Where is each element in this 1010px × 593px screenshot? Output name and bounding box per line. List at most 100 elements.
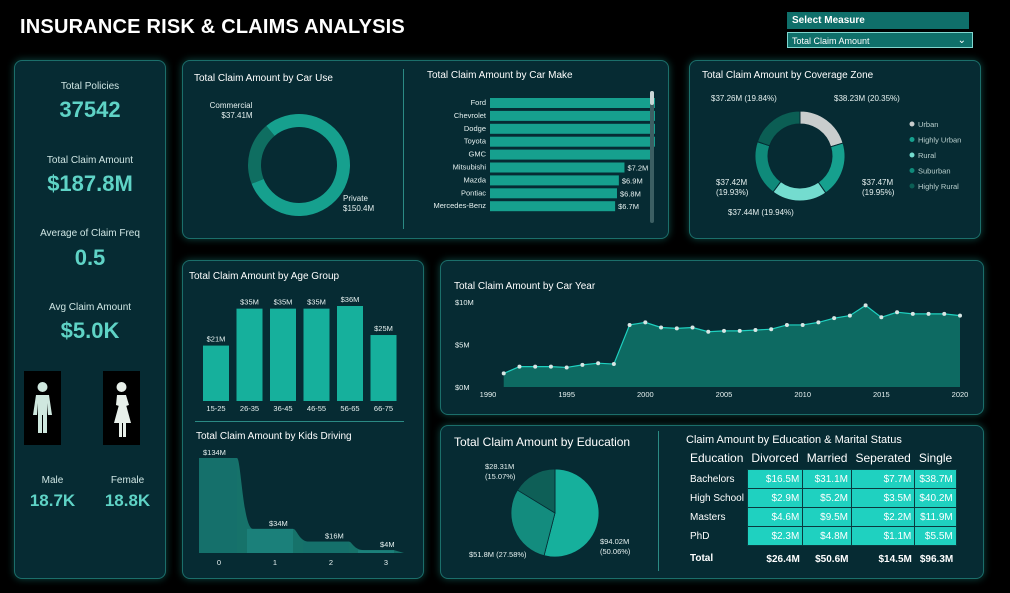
matrix-cell[interactable]: $5.2M [802, 488, 852, 508]
car-make-bar[interactable] [490, 110, 655, 121]
car-year-point[interactable] [926, 311, 931, 316]
legend-item[interactable]: Rural [918, 151, 936, 160]
kpi-panel: Total Policies 37542 Total Claim Amount … [14, 60, 166, 579]
car-year-point[interactable] [548, 364, 553, 369]
matrix-cell[interactable]: $4.8M [802, 526, 852, 546]
edu-marital-matrix: Education Divorced Married Seperated Sin… [686, 447, 957, 568]
car-make-bar[interactable] [490, 162, 625, 173]
matrix-cell[interactable]: $3.5M [850, 488, 916, 508]
chevron-down-icon[interactable]: ⌄ [958, 33, 966, 49]
car-make-label: Mazda [463, 175, 486, 184]
car-year-point[interactable] [674, 326, 679, 331]
age-bar[interactable] [370, 335, 397, 401]
matrix-cell[interactable]: $16.5M [746, 469, 804, 489]
age-bar[interactable] [337, 306, 363, 401]
car-year-point[interactable] [737, 328, 742, 333]
female-person-icon [103, 371, 140, 445]
zone-slice[interactable] [756, 110, 801, 147]
car-use-slice-commercial[interactable] [248, 125, 275, 184]
car-year-point[interactable] [753, 328, 758, 333]
age-bar[interactable] [236, 308, 263, 401]
legend-item[interactable]: Highly Rural [918, 182, 959, 191]
kids-axis-label: 2 [329, 558, 333, 567]
car-year-point[interactable] [816, 320, 821, 325]
legend-item[interactable]: Urban [918, 120, 938, 129]
car-year-point[interactable] [847, 313, 852, 318]
matrix-total-row: Total $26.4M $50.6M $14.5M $96.3M [686, 546, 956, 569]
car-make-bar[interactable] [490, 188, 617, 199]
car-year-point[interactable] [643, 320, 648, 325]
zone-slice[interactable] [817, 142, 846, 194]
age-kids-panel: Total Claim Amount by Age Group $21M 15-2… [182, 260, 424, 579]
car-year-point[interactable] [564, 365, 569, 370]
measure-dropdown[interactable]: Total Claim Amount ⌄ [787, 32, 973, 48]
matrix-cell[interactable]: $40.2M [914, 488, 957, 508]
car-make-bar[interactable] [490, 98, 655, 108]
matrix-cell[interactable]: $5.5M [914, 526, 957, 546]
scrollbar[interactable] [650, 91, 654, 223]
age-axis-label: 15-25 [206, 404, 225, 413]
matrix-cell[interactable]: $4.6M [746, 507, 804, 527]
car-year-point[interactable] [800, 322, 805, 327]
matrix-cell[interactable]: $11.9M [914, 507, 957, 527]
zone-slice[interactable] [772, 180, 827, 202]
matrix-cell[interactable]: $9.5M [802, 507, 852, 527]
matrix-cell[interactable]: $31.1M [802, 469, 852, 489]
age-bar-value: $21M [207, 335, 226, 344]
matrix-cell[interactable]: $2.2M [850, 507, 916, 527]
age-bar[interactable] [203, 345, 229, 401]
car-year-point[interactable] [958, 313, 962, 318]
car-year-point[interactable] [895, 310, 900, 315]
legend-item[interactable]: Suburban [918, 167, 951, 176]
car-year-point[interactable] [784, 322, 789, 327]
matrix-cell[interactable]: $2.9M [746, 488, 804, 508]
car-year-point[interactable] [533, 364, 538, 369]
car-make-bar[interactable] [490, 201, 616, 212]
car-year-point[interactable] [942, 311, 947, 316]
car-make-bar[interactable] [490, 149, 653, 160]
car-year-point[interactable] [863, 303, 868, 308]
col-header: Single [918, 451, 953, 465]
age-bar-value: $35M [274, 298, 293, 307]
car-year-point[interactable] [580, 362, 585, 367]
car-year-point[interactable] [596, 361, 601, 366]
scrollbar-thumb[interactable] [650, 91, 654, 105]
age-bar[interactable] [270, 308, 296, 401]
legend-marker [909, 137, 915, 142]
col-header: Education [690, 451, 744, 466]
matrix-cell[interactable]: $38.7M [914, 469, 957, 489]
car-make-bar[interactable] [490, 175, 619, 186]
car-year-point[interactable] [910, 311, 915, 316]
car-make-bar[interactable] [490, 136, 655, 147]
zone-slice[interactable] [799, 110, 844, 148]
zone-slice[interactable] [754, 141, 782, 193]
measure-selector[interactable]: Select Measure Total Claim Amount ⌄ [787, 12, 975, 48]
measure-selector-header: Select Measure [787, 12, 969, 29]
legend-item[interactable]: Highly Urban [918, 136, 961, 145]
car-year-point[interactable] [832, 316, 837, 321]
kids-step[interactable] [199, 458, 237, 553]
kids-step[interactable] [303, 541, 349, 553]
car-year-point[interactable] [706, 329, 711, 334]
col-header: Seperated [855, 451, 911, 465]
matrix-total-cell: $26.4M [766, 553, 800, 565]
car-year-point[interactable] [769, 327, 774, 332]
car-make-bar[interactable] [490, 123, 655, 134]
matrix-cell[interactable]: $1.1M [850, 526, 916, 546]
car-year-point[interactable] [879, 315, 884, 320]
kids-step[interactable] [358, 550, 394, 553]
car-year-point[interactable] [627, 322, 632, 327]
car-year-area[interactable] [503, 305, 960, 387]
car-year-point[interactable] [611, 362, 616, 367]
kids-step[interactable] [247, 528, 293, 553]
kpi-male-value: 18.7K [29, 491, 76, 510]
car-year-point[interactable] [690, 325, 695, 330]
car-year-point[interactable] [722, 328, 726, 333]
car-year-point[interactable] [517, 364, 522, 369]
matrix-cell[interactable]: $7.7M [850, 469, 916, 489]
matrix-cell[interactable]: $2.3M [746, 526, 804, 546]
car-year-point[interactable] [659, 325, 664, 330]
legend-marker [909, 121, 915, 127]
car-year-point[interactable] [501, 371, 506, 376]
age-bar[interactable] [303, 308, 330, 401]
